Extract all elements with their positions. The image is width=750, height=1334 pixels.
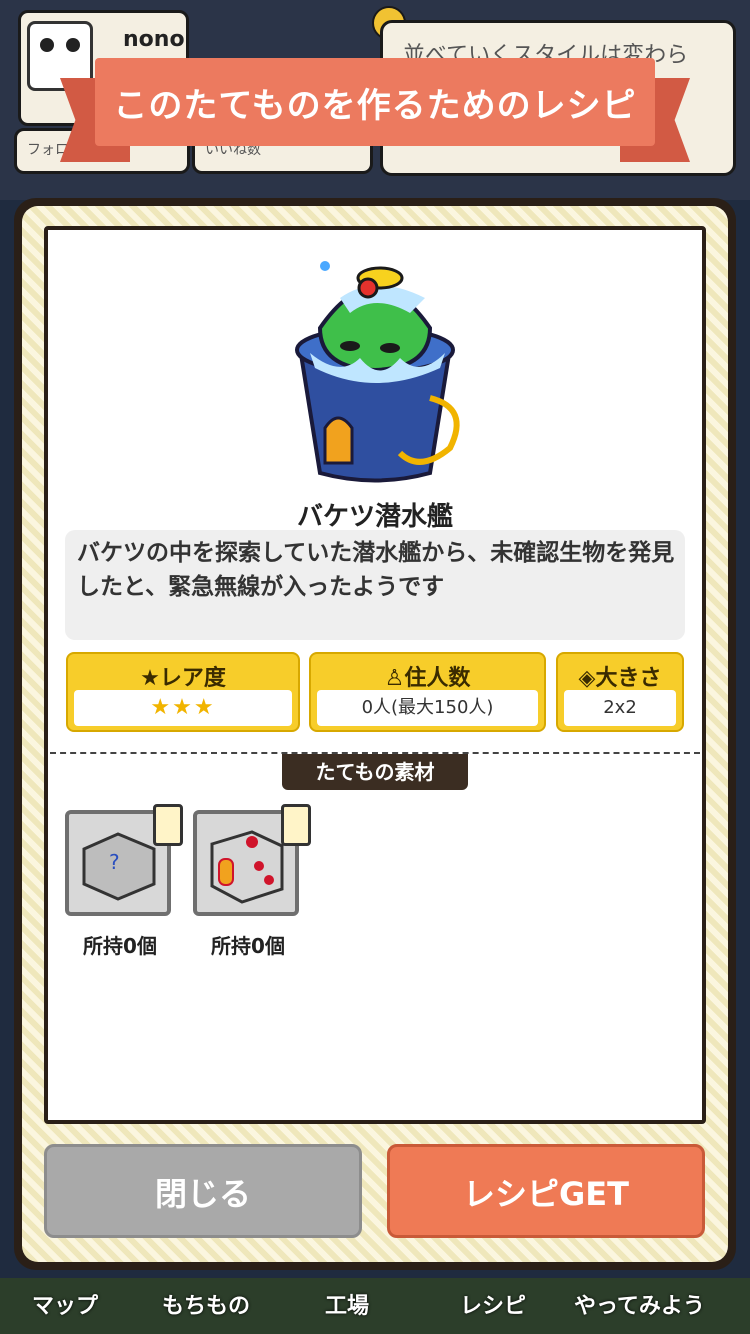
residents-stat: ♙住人数 0人(最大150人): [309, 652, 546, 732]
material-item[interactable]: 所持0個: [193, 804, 311, 958]
person-icon: ♙: [384, 666, 405, 691]
building-description: バケツの中を探索していた潜水艦から、未確認生物を発見したと、緊急無線が入ったよう…: [77, 540, 675, 600]
size-stat: ◈大きさ 2x2: [556, 652, 684, 732]
size-label-row: ◈大きさ: [558, 660, 682, 692]
nav-recipe[interactable]: レシピ: [460, 1288, 526, 1320]
bottom-nav: マップ もちもの 工場 レシピ やってみよう: [0, 1278, 750, 1334]
rarity-value: ★★★: [74, 690, 292, 726]
material-count: 所持0個: [211, 934, 285, 958]
bucket-submarine-icon: [295, 261, 460, 483]
rarity-stat: ★レア度 ★★★: [66, 652, 300, 732]
residents-value: 0人(最大150人): [317, 690, 538, 726]
star-icon: ★: [140, 666, 160, 691]
material-item[interactable]: ? 所持0個: [65, 804, 183, 958]
banner-title: このたてものを作るためのレシピ: [113, 86, 637, 126]
recipe-ticket-icon: [153, 804, 183, 846]
recipe-banner: このたてものを作るためのレシピ: [60, 58, 690, 162]
size-label: 大きさ: [595, 666, 662, 691]
recipe-ticket-icon: [281, 804, 311, 846]
residents-label: 住人数: [404, 666, 471, 691]
nav-items[interactable]: もちもの: [162, 1288, 250, 1320]
size-icon: ◈: [578, 666, 596, 691]
nav-factory[interactable]: 工場: [325, 1288, 369, 1320]
close-button[interactable]: 閉じる: [44, 1144, 362, 1238]
rarity-stars-icon: ★★★: [150, 695, 216, 720]
rarity-label-row: ★レア度: [68, 660, 298, 692]
description-box: バケツの中を探索していた潜水艦から、未確認生物を発見したと、緊急無線が入ったよう…: [65, 530, 685, 640]
recipe-get-button[interactable]: レシピGET: [387, 1144, 705, 1238]
rarity-label: レア度: [159, 666, 226, 691]
building-name: バケツ潜水艦: [296, 502, 453, 532]
svg-text:?: ?: [109, 850, 120, 874]
nav-try[interactable]: やってみよう: [574, 1288, 705, 1320]
material-count: 所持0個: [83, 934, 157, 958]
size-value: 2x2: [564, 690, 676, 726]
nav-map[interactable]: マップ: [32, 1288, 98, 1320]
username: nono: [123, 27, 185, 52]
residents-label-row: ♙住人数: [311, 660, 544, 692]
materials-tab: たてもの素材: [282, 754, 468, 790]
